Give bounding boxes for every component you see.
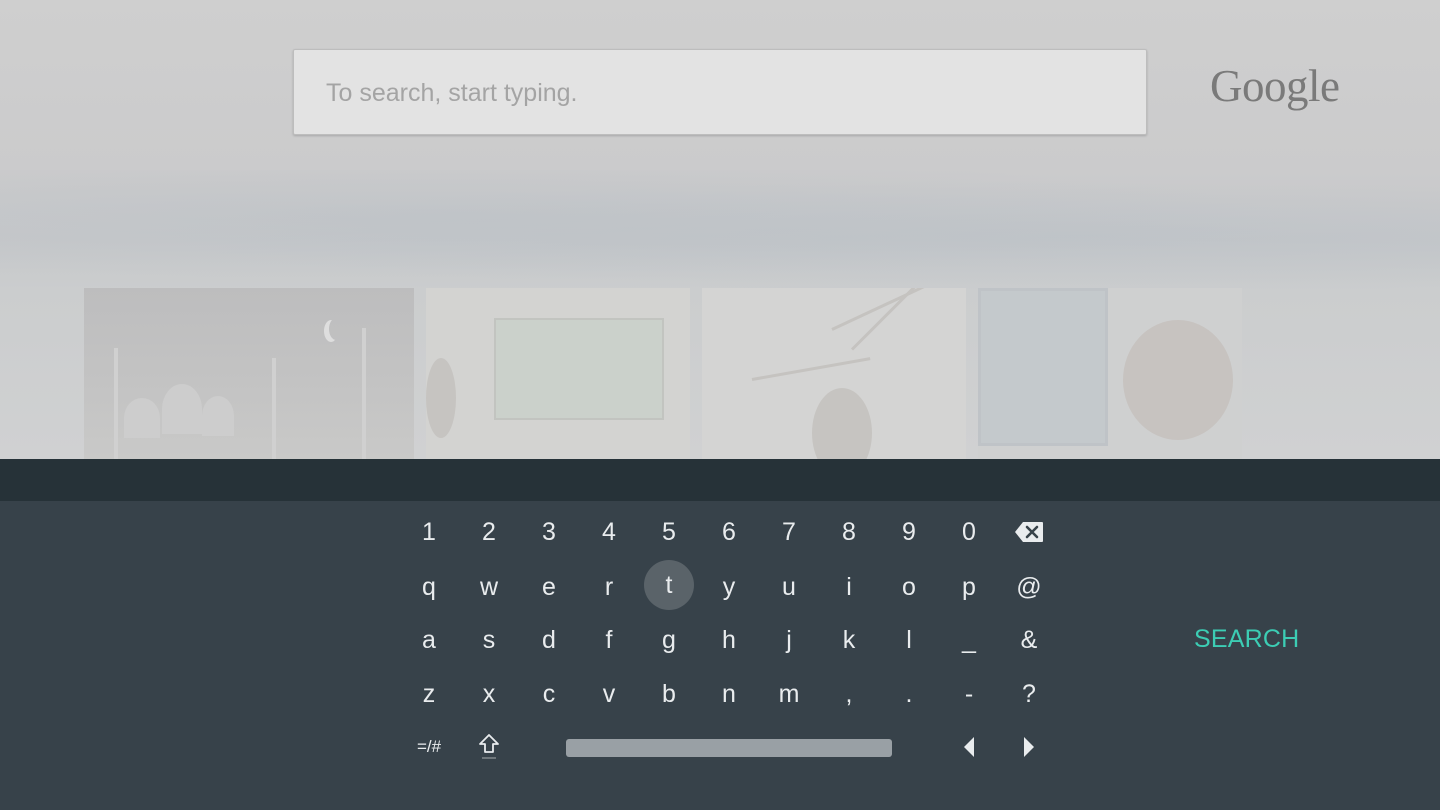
key-x[interactable]: x [464,669,514,719]
key-comma[interactable]: , [824,669,874,719]
key-1[interactable]: 1 [404,507,454,557]
symbols-key[interactable]: =/# [404,722,454,772]
key-at[interactable]: @ [1004,562,1054,612]
thumbnail-tree [702,288,966,459]
on-screen-keyboard: 1 2 3 4 5 6 7 8 9 0 q w e r t y u i o p … [0,501,1440,810]
thumbnail-whiteboard [426,288,690,459]
background-haze [0,170,1440,290]
key-4[interactable]: 4 [584,507,634,557]
key-9[interactable]: 9 [884,507,934,557]
key-s[interactable]: s [464,615,514,665]
key-v[interactable]: v [584,669,634,719]
key-r[interactable]: r [584,562,634,612]
key-8[interactable]: 8 [824,507,874,557]
space-key[interactable] [566,739,892,757]
key-y[interactable]: y [704,562,754,612]
search-input[interactable] [324,74,1118,112]
key-l[interactable]: l [884,615,934,665]
whiteboard-shape [494,318,664,420]
thumbnail-portrait [978,288,1242,459]
backspace-icon [1015,522,1043,542]
shift-key[interactable] [464,722,514,772]
key-d[interactable]: d [524,615,574,665]
branch-shape [751,357,871,381]
key-u[interactable]: u [764,562,814,612]
search-button[interactable]: SEARCH [1194,625,1304,655]
arrow-right-icon [1024,737,1034,757]
key-q[interactable]: q [404,562,454,612]
key-t[interactable]: t [644,560,694,610]
key-7[interactable]: 7 [764,507,814,557]
key-w[interactable]: w [464,562,514,612]
key-j[interactable]: j [764,615,814,665]
key-p[interactable]: p [944,562,994,612]
person-shape [1123,320,1233,440]
minaret-shape [114,348,118,459]
person-shape [812,388,872,459]
key-0[interactable]: 0 [944,507,994,557]
key-2[interactable]: 2 [464,507,514,557]
cursor-right-key[interactable] [1004,722,1054,772]
key-5[interactable]: 5 [644,507,694,557]
branch-shape [831,288,933,331]
key-g[interactable]: g [644,615,694,665]
google-logo: Google [1210,61,1340,111]
key-period[interactable]: . [884,669,934,719]
background-content: Google [0,0,1440,459]
thumbnail-mosque [84,288,414,459]
key-6[interactable]: 6 [704,507,754,557]
key-f[interactable]: f [584,615,634,665]
key-m[interactable]: m [764,669,814,719]
moon-shape [329,318,343,340]
key-underscore[interactable]: _ [944,615,994,665]
key-n[interactable]: n [704,669,754,719]
dome-shape [162,384,202,434]
key-i[interactable]: i [824,562,874,612]
minaret-shape [362,328,366,459]
key-question[interactable]: ? [1004,669,1054,719]
key-z[interactable]: z [404,669,454,719]
arrow-left-icon [964,737,974,757]
shift-icon [479,734,499,759]
dome-shape [124,398,160,438]
branch-shape [850,288,917,351]
key-h[interactable]: h [704,615,754,665]
cursor-left-key[interactable] [944,722,994,772]
key-ampersand[interactable]: & [1004,615,1054,665]
key-c[interactable]: c [524,669,574,719]
key-k[interactable]: k [824,615,874,665]
backspace-key[interactable] [1004,507,1054,557]
key-e[interactable]: e [524,562,574,612]
person-shape [426,358,456,438]
key-a[interactable]: a [404,615,454,665]
key-3[interactable]: 3 [524,507,574,557]
key-b[interactable]: b [644,669,694,719]
search-bar[interactable] [293,49,1147,135]
keyboard-header-strip [0,459,1440,501]
dome-shape [202,396,234,436]
minaret-shape [272,358,276,459]
picture-frame-shape [978,288,1108,446]
key-o[interactable]: o [884,562,934,612]
key-hyphen[interactable]: - [944,669,994,719]
